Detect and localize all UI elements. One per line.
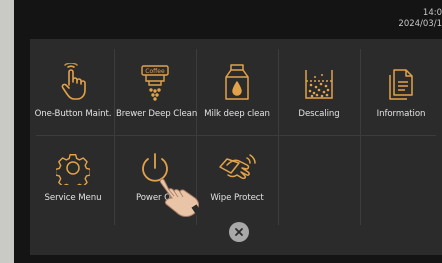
close-icon	[235, 228, 243, 236]
close-button[interactable]	[229, 222, 249, 242]
menu-item-label: Service Menu	[44, 193, 102, 203]
grid-divider	[36, 135, 436, 136]
coffee-brewer-icon: Coffee	[116, 61, 194, 101]
grid-divider	[278, 49, 279, 225]
gear-icon	[34, 145, 112, 185]
pointing-hand-image	[158, 176, 204, 224]
milk-deep-clean-button[interactable]: Milk deep clean	[198, 61, 276, 119]
wipe-protect-button[interactable]: Wipe Protect	[198, 145, 276, 203]
milk-carton-icon	[198, 61, 276, 101]
brewer-icon-text: Coffee	[145, 68, 165, 75]
one-button-maint-button[interactable]: One-Button Maint.	[34, 61, 112, 119]
information-button[interactable]: Information	[362, 61, 440, 119]
menu-item-label: Milk deep clean	[204, 109, 270, 119]
menu-item-label: Brewer Deep Clean	[116, 109, 198, 119]
menu-item-label: Information	[376, 109, 426, 119]
status-time: 14:0	[422, 8, 442, 18]
service-menu-button[interactable]: Service Menu	[34, 145, 112, 203]
menu-item-label: Descaling	[298, 109, 340, 119]
menu-item-label: Wipe Protect	[210, 193, 264, 203]
brewer-deep-clean-button[interactable]: Coffee Brewer Deep Clean	[116, 61, 198, 119]
document-icon	[362, 61, 440, 101]
grid-divider	[360, 49, 361, 225]
descaling-tank-icon	[280, 61, 358, 101]
menu-item-label: One-Button Maint.	[34, 109, 112, 119]
status-date: 2024/03/1	[398, 19, 442, 29]
hand-touch-icon	[34, 61, 112, 101]
grid-divider	[114, 49, 115, 225]
wipe-hand-icon	[198, 145, 276, 185]
status-clock: 14:0 2024/03/1	[398, 8, 442, 30]
descaling-button[interactable]: Descaling	[280, 61, 358, 119]
